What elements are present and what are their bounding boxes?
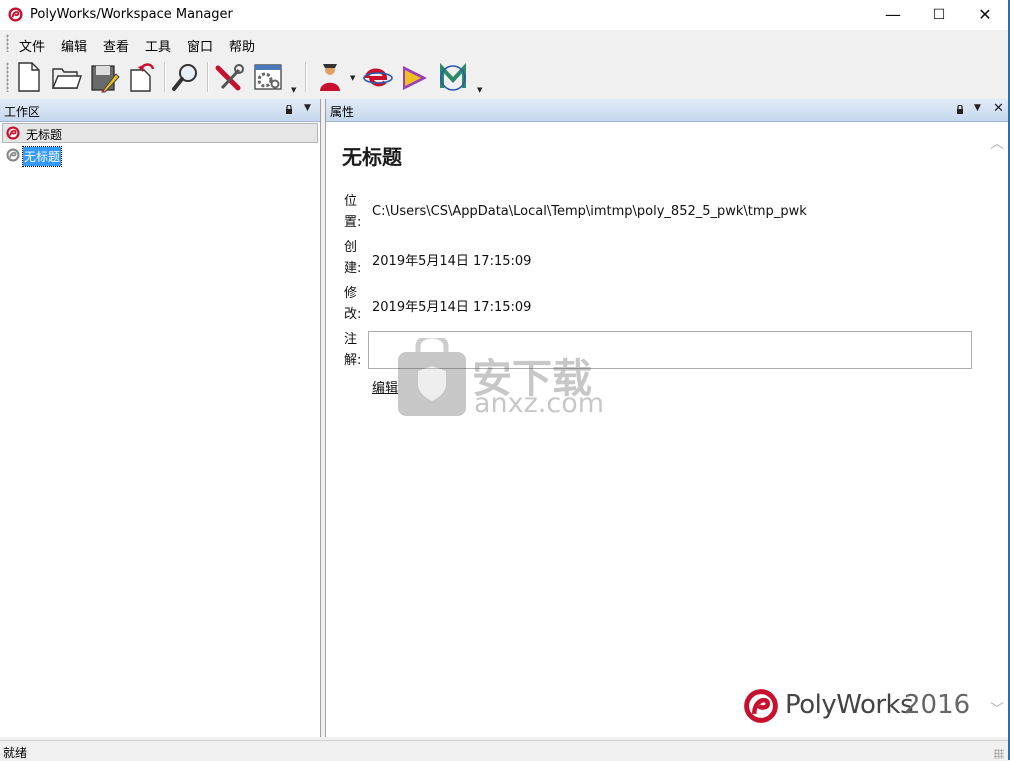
menubar-grip: [6, 34, 9, 52]
status-text: 就绪: [3, 746, 28, 760]
workspace-tree-label: 无标题: [21, 146, 63, 167]
toolbar-separator: [305, 62, 307, 92]
menu-help[interactable]: 帮助: [229, 36, 255, 55]
workspace-header-label: 无标题: [26, 128, 63, 142]
properties-pane-header: 属性 ▼ ✕: [326, 99, 1009, 122]
resize-grip[interactable]: [994, 749, 1004, 759]
watermark-text-en: anxz.com: [474, 388, 605, 419]
edit-link[interactable]: 编辑: [372, 377, 398, 396]
status-bar: 就绪: [0, 740, 1008, 761]
workspace-icon: [6, 148, 20, 162]
created-value: 2019年5月14日 17:15:09: [372, 254, 532, 269]
toolbar-separator: [207, 62, 209, 92]
brand-version: 2016: [904, 690, 971, 720]
brand-name: PolyWorks: [785, 690, 914, 720]
workspace-header-item[interactable]: 无标题: [2, 123, 318, 143]
polyworks-logo-icon: [744, 689, 778, 723]
toolbar: ▼ ▼ ▼: [0, 56, 1008, 98]
window-title: PolyWorks/Workspace Manager: [30, 7, 233, 22]
properties-pane: 属性 ▼ ✕ 无标题 位置: C:\Users\CS\AppData\Local…: [325, 99, 1009, 737]
properties-pane-title: 属性: [330, 105, 355, 119]
toolbar-separator: [164, 62, 166, 92]
save-icon[interactable]: [88, 60, 120, 94]
workspace-pane: 工作区 ▼ 无标题 无标题: [0, 99, 321, 737]
ie-icon[interactable]: [361, 60, 393, 94]
location-label: 位置:: [344, 194, 362, 230]
properties-heading: 无标题: [342, 145, 402, 169]
close-button[interactable]: ✕: [962, 0, 1008, 30]
menu-view[interactable]: 查看: [103, 36, 129, 55]
revert-icon[interactable]: [126, 60, 158, 94]
polyworks-logo-icon: [8, 7, 23, 22]
toolbar-grip: [6, 62, 9, 92]
location-value: C:\Users\CS\AppData\Local\Temp\imtmp\pol…: [372, 204, 807, 219]
tools-icon[interactable]: [213, 60, 245, 94]
menu-tools[interactable]: 工具: [145, 36, 171, 55]
chevron-down-icon[interactable]: ▼: [350, 74, 355, 82]
dropdown-arrow-icon[interactable]: ▼: [304, 103, 311, 113]
modeler-icon[interactable]: [399, 60, 431, 94]
minimize-button[interactable]: —: [870, 0, 916, 30]
title-bar: PolyWorks/Workspace Manager — ☐ ✕: [0, 0, 1008, 30]
search-icon[interactable]: [170, 60, 202, 94]
menu-window[interactable]: 窗口: [187, 36, 213, 55]
workspace-pane-header: 工作区 ▼: [0, 99, 320, 122]
polyworks-logo-icon: [6, 126, 20, 140]
pin-icon[interactable]: [285, 105, 293, 115]
modified-value: 2019年5月14日 17:15:09: [372, 300, 532, 315]
open-folder-icon[interactable]: [50, 60, 82, 94]
chevron-down-icon[interactable]: ▼: [291, 86, 296, 94]
chevron-down-icon[interactable]: ▼: [477, 86, 482, 94]
pin-icon[interactable]: [956, 105, 964, 115]
menu-file[interactable]: 文件: [19, 36, 45, 55]
menu-edit[interactable]: 编辑: [61, 36, 87, 55]
workspace-pane-title: 工作区: [4, 105, 41, 119]
im-icon[interactable]: [437, 60, 469, 94]
modified-label: 修改:: [344, 286, 362, 322]
menu-bar: 文件 编辑 查看 工具 窗口 帮助: [0, 30, 1008, 56]
settings-icon[interactable]: [252, 60, 284, 94]
inspector-icon[interactable]: [314, 60, 346, 94]
shield-bag-icon: [398, 338, 466, 416]
notes-label: 注解:: [344, 332, 362, 368]
scroll-up-icon[interactable]: ︿: [990, 133, 1004, 153]
dropdown-arrow-icon[interactable]: ▼: [974, 103, 981, 113]
created-label: 创建:: [344, 240, 362, 276]
scroll-down-icon[interactable]: ﹀: [990, 699, 1004, 719]
close-pane-icon[interactable]: ✕: [993, 101, 1004, 116]
new-document-icon[interactable]: [12, 60, 44, 94]
maximize-button[interactable]: ☐: [916, 0, 962, 30]
